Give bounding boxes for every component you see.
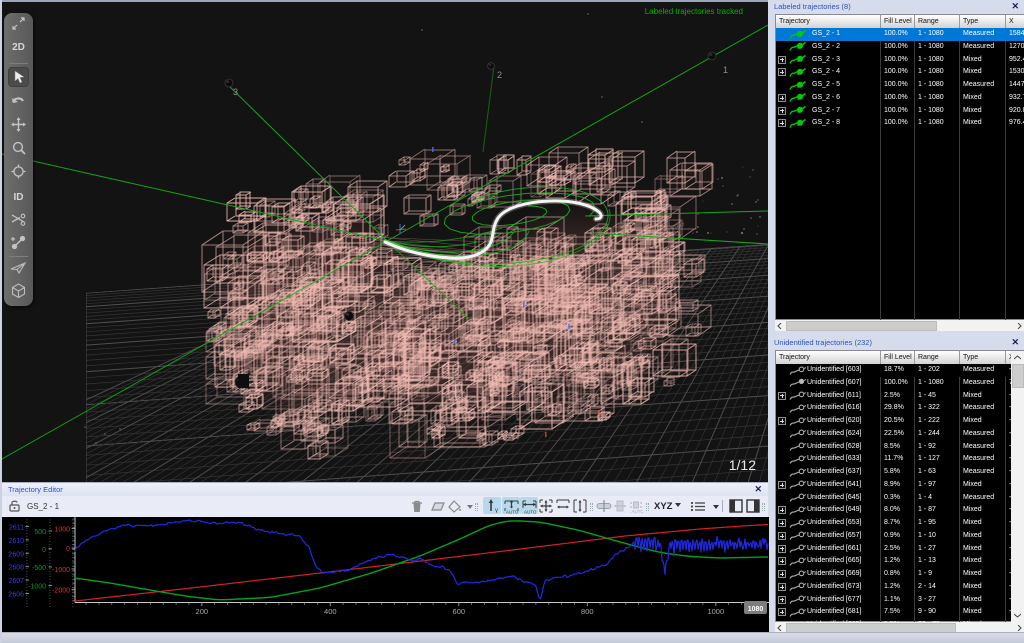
svg-text:2606: 2606 <box>8 592 24 599</box>
svg-text:y: y <box>495 508 498 513</box>
svg-text:AUTO: AUTO <box>632 509 644 513</box>
svg-text:1000: 1000 <box>54 527 70 534</box>
svg-text:1080: 1080 <box>748 606 764 613</box>
svg-text:-1000: -1000 <box>52 567 70 574</box>
svg-text:2607: 2607 <box>8 578 24 585</box>
svg-text:600: 600 <box>453 607 466 616</box>
svg-text:AUTO: AUTO <box>524 510 537 515</box>
svg-text:400: 400 <box>324 607 337 616</box>
svg-text:AUTO: AUTO <box>506 510 519 515</box>
svg-text:-500: -500 <box>32 565 46 572</box>
svg-text:2610: 2610 <box>8 538 24 545</box>
svg-text:0: 0 <box>42 547 46 554</box>
svg-text:800: 800 <box>581 607 594 616</box>
svg-text:1000: 1000 <box>707 607 724 616</box>
svg-text:-2000: -2000 <box>52 587 70 594</box>
svg-text:3: 3 <box>233 87 238 97</box>
svg-text:1: 1 <box>723 65 728 75</box>
svg-text:2: 2 <box>497 70 502 80</box>
svg-text:200: 200 <box>196 607 209 616</box>
svg-text:-1000: -1000 <box>28 584 46 591</box>
svg-text:2611: 2611 <box>9 524 24 531</box>
svg-text:500: 500 <box>34 529 46 536</box>
svg-text:0: 0 <box>66 546 70 553</box>
svg-text:2608: 2608 <box>8 565 24 572</box>
svg-text:2609: 2609 <box>8 551 24 558</box>
